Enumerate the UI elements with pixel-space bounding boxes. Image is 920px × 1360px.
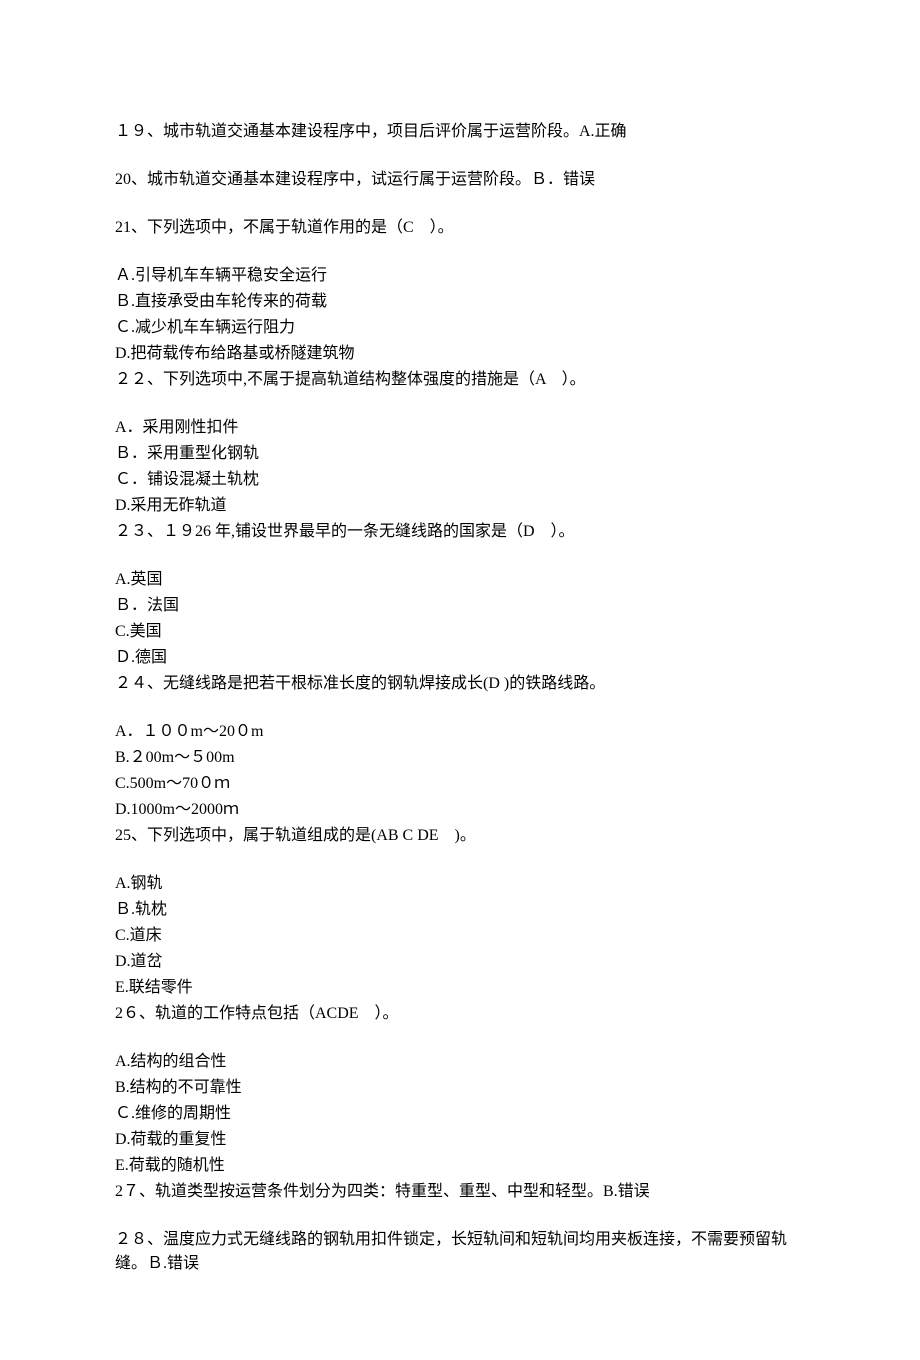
question-22: ２２、下列选项中,不属于提高轨道结构整体强度的措施是（A ）。 [115,368,805,392]
question-26: 2６、轨道的工作特点包括（ACDE ）。 [115,1002,805,1026]
option-26b: B.结构的不可靠性 [115,1076,805,1100]
question-20: 20、城市轨道交通基本建设程序中，试运行属于运营阶段。Ｂ．错误 [115,168,805,192]
option-22c: Ｃ．铺设混凝土轨枕 [115,468,805,492]
question-21: 21、下列选项中，不属于轨道作用的是（C ）。 [115,216,805,240]
option-23a: A.英国 [115,568,805,592]
option-22a: A．采用刚性扣件 [115,416,805,440]
question-28: ２８、温度应力式无缝线路的钢轨用扣件锁定，长短轨间和短轨间均用夹板连接，不需要预… [115,1228,805,1276]
option-24a: A．１００m～20０m [115,720,805,744]
option-22d: D.采用无砟轨道 [115,494,805,518]
option-26e: E.荷载的随机性 [115,1154,805,1178]
option-24b: B.２00m～５00m [115,746,805,770]
option-26c: Ｃ.维修的周期性 [115,1102,805,1126]
option-23d: Ｄ.德国 [115,646,805,670]
option-24d: D.1000m～2000ｍ [115,798,805,822]
option-23b: Ｂ．法国 [115,594,805,618]
option-25c: C.道床 [115,924,805,948]
question-27: 2７、轨道类型按运营条件划分为四类：特重型、重型、中型和轻型。B.错误 [115,1180,805,1204]
option-25e: E.联结零件 [115,976,805,1000]
option-26d: D.荷载的重复性 [115,1128,805,1152]
option-21c: Ｃ.减少机车车辆运行阻力 [115,316,805,340]
option-21a: Ａ.引导机车车辆平稳安全运行 [115,264,805,288]
question-25: 25、下列选项中，属于轨道组成的是(AB C DE )。 [115,824,805,848]
option-26a: A.结构的组合性 [115,1050,805,1074]
question-19: １９、城市轨道交通基本建设程序中，项目后评价属于运营阶段。A.正确 [115,120,805,144]
question-24: ２４、无缝线路是把若干根标准长度的钢轨焊接成长(D )的铁路线路。 [115,672,805,696]
question-23: ２３、１９26 年,铺设世界最早的一条无缝线路的国家是（D ）。 [115,520,805,544]
option-25a: A.钢轨 [115,872,805,896]
option-22b: Ｂ．采用重型化钢轨 [115,442,805,466]
option-25b: Ｂ.轨枕 [115,898,805,922]
option-21d: D.把荷载传布给路基或桥隧建筑物 [115,342,805,366]
option-24c: C.500m～70０ｍ [115,772,805,796]
option-21b: Ｂ.直接承受由车轮传来的荷载 [115,290,805,314]
option-25d: D.道岔 [115,950,805,974]
option-23c: C.美国 [115,620,805,644]
